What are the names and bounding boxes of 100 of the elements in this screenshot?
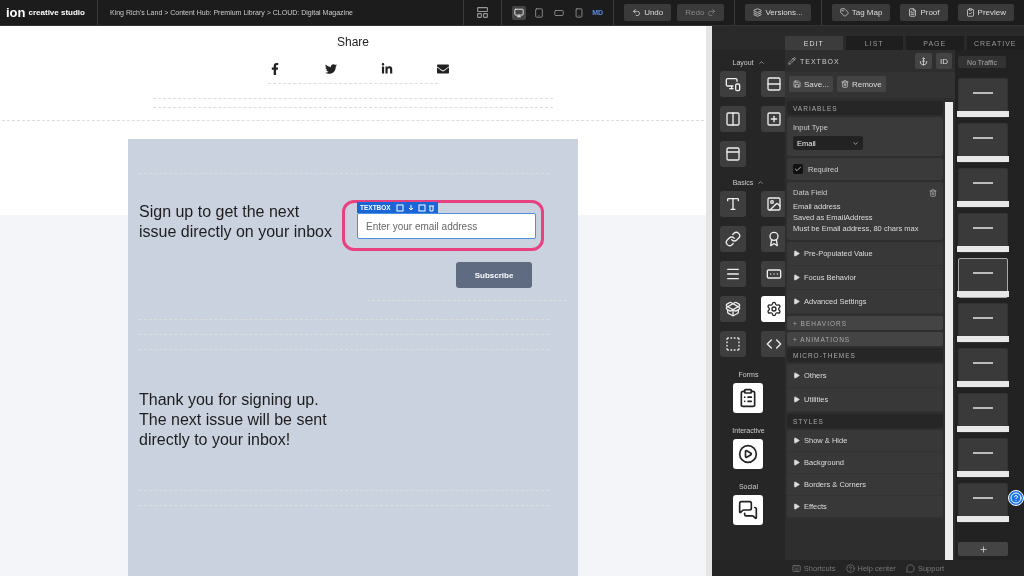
help-icon <box>1010 492 1022 504</box>
triangle-icon <box>793 396 800 403</box>
device-button[interactable] <box>512 5 527 20</box>
clipboard-icon <box>965 8 975 17</box>
trash-icon <box>840 80 849 88</box>
tagmap-button[interactable]: Tag Map <box>831 4 891 21</box>
widget-button[interactable] <box>761 261 787 287</box>
page-thumbnail[interactable] <box>958 303 1008 343</box>
required-checkbox[interactable] <box>793 164 803 174</box>
triangle-icon <box>793 503 800 510</box>
responsive-layout-icon <box>725 76 741 92</box>
save-icon <box>793 80 801 88</box>
overlay-icon <box>725 146 741 162</box>
box-icon <box>725 301 741 317</box>
page-thumbnail[interactable] <box>958 438 1008 478</box>
landscape-tablet-icon <box>554 7 565 18</box>
logo: ion <box>6 5 26 20</box>
triangle-icon <box>793 437 800 444</box>
chat-icon <box>905 563 915 573</box>
email-field[interactable]: Enter your email address <box>357 213 536 239</box>
badge-icon <box>766 231 782 247</box>
triangle-icon <box>793 459 800 466</box>
code-icon <box>766 336 782 352</box>
layers-icon <box>753 8 763 17</box>
widget-button[interactable] <box>732 383 763 413</box>
triangle-icon <box>793 372 800 379</box>
anchor-icon <box>919 56 928 66</box>
versions-button[interactable]: Versions... <box>745 4 811 21</box>
triangle-icon <box>793 250 800 257</box>
widget-button[interactable] <box>761 226 787 252</box>
keyboard-icon <box>791 563 801 573</box>
page-thumbnail[interactable] <box>958 483 1008 523</box>
widget-button[interactable] <box>720 226 746 252</box>
widget-button[interactable] <box>720 261 746 287</box>
pencil-icon <box>788 57 796 65</box>
remove-button[interactable]: Remove <box>836 76 886 92</box>
help-button[interactable] <box>1008 490 1024 506</box>
layout-icon <box>476 6 490 19</box>
page-thumbnail[interactable] <box>958 168 1008 208</box>
link-icon <box>725 231 741 247</box>
twitter-icon[interactable] <box>325 63 337 75</box>
save-button[interactable]: Save... <box>789 76 833 92</box>
trash-icon[interactable] <box>929 188 937 197</box>
add-container-icon <box>766 111 782 127</box>
subscribe-button[interactable]: Subscribe <box>456 262 532 288</box>
page-thumbnail[interactable] <box>958 123 1008 163</box>
list-icon <box>725 266 741 282</box>
settings-icon <box>766 301 782 317</box>
chevron-up-icon <box>757 179 765 186</box>
columns-icon <box>725 111 741 127</box>
envelope-icon[interactable] <box>437 63 449 75</box>
monitor-icon <box>514 7 525 18</box>
dashed-square-icon <box>725 336 741 352</box>
page-thumbnail[interactable] <box>958 78 1008 118</box>
proof-button[interactable]: Proof <box>900 4 948 21</box>
input-icon <box>766 266 782 282</box>
undo-button[interactable]: Undo <box>624 4 672 21</box>
linkedin-icon[interactable] <box>381 63 393 75</box>
share-heading: Share <box>337 35 369 49</box>
preview-button[interactable]: Preview <box>957 4 1014 21</box>
page-thumbnail[interactable] <box>958 393 1008 433</box>
widget-button[interactable] <box>761 191 787 217</box>
rows-icon <box>766 76 782 92</box>
plus-icon <box>978 544 988 554</box>
widget-button[interactable] <box>761 106 787 132</box>
triangle-icon <box>793 274 800 281</box>
redo-icon <box>707 8 717 17</box>
page-thumbnail[interactable] <box>958 213 1008 253</box>
page-thumbnail[interactable] <box>958 258 1008 298</box>
brand-name: creative studio <box>28 8 85 17</box>
help-icon <box>845 563 855 573</box>
facebook-icon[interactable] <box>269 63 281 75</box>
undo-icon <box>632 8 642 17</box>
triangle-icon <box>793 481 800 488</box>
thank-you-text: Thank you for signing up. The next issue will be sent directly to your inbox! <box>139 390 328 450</box>
phone-icon <box>574 7 585 18</box>
widget-button[interactable] <box>732 495 763 525</box>
chevron-up-icon <box>757 59 765 66</box>
widget-button[interactable] <box>732 439 763 469</box>
widget-button[interactable] <box>720 296 746 322</box>
triangle-icon <box>793 298 800 305</box>
widget-button[interactable] <box>761 331 787 357</box>
anchor-button[interactable] <box>915 53 932 69</box>
id-button[interactable]: ID <box>936 53 952 69</box>
text-icon <box>725 196 741 212</box>
widget-button[interactable] <box>761 296 787 322</box>
widget-button[interactable] <box>720 141 746 167</box>
play-icon <box>737 444 758 464</box>
chat-icon <box>737 500 758 520</box>
toolbar-icons <box>394 203 435 212</box>
widget-button[interactable] <box>720 191 746 217</box>
image-icon <box>766 196 782 212</box>
widget-button[interactable] <box>761 71 787 97</box>
page-thumbnail[interactable] <box>958 348 1008 388</box>
tablet-icon <box>534 7 545 18</box>
widget-button[interactable] <box>720 106 746 132</box>
tag-icon <box>839 8 849 17</box>
chevron-down-icon <box>852 139 859 147</box>
scrollbar[interactable] <box>945 102 953 560</box>
widget-button[interactable] <box>720 71 746 97</box>
